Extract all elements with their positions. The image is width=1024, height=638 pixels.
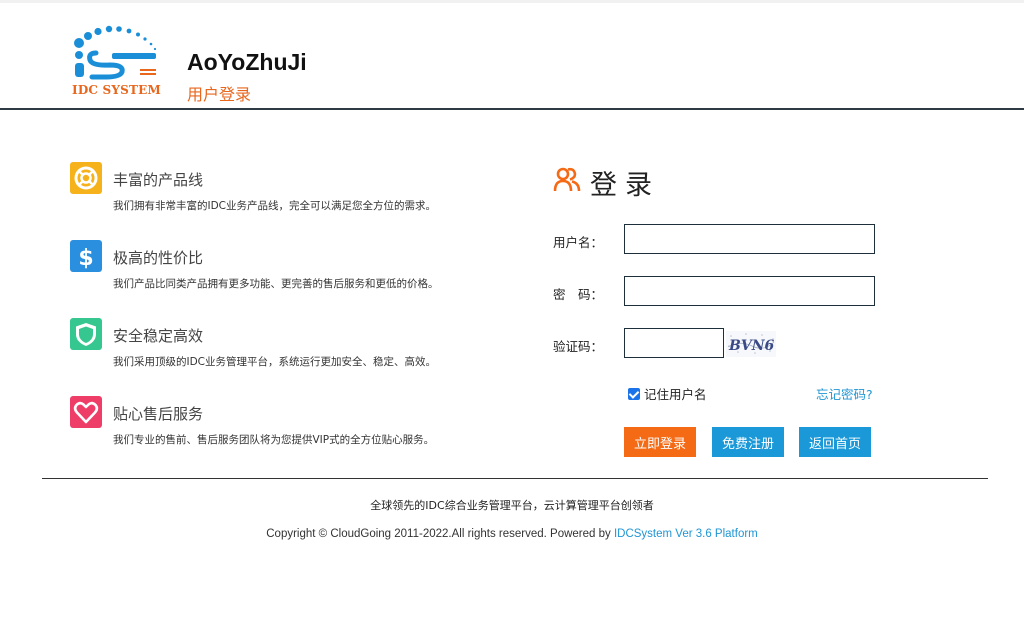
captcha-input[interactable] — [624, 328, 724, 358]
feature-item: $ 极高的性价比 我们产品比同类产品拥有更多功能、更完善的售后服务和更低的价格。 — [70, 238, 510, 316]
lifebuoy-icon — [70, 162, 102, 194]
password-input[interactable] — [624, 276, 875, 306]
user-group-icon — [553, 167, 581, 192]
login-panel: 登录 — [553, 163, 893, 203]
captcha-label: 验证码： — [553, 339, 604, 354]
footer-copyright: Copyright © CloudGoing 2011-2022.All rig… — [0, 528, 1024, 540]
remember-label: 记住用户名 — [644, 387, 707, 402]
powered-by-link[interactable]: IDCSystem Ver 3.6 Platform — [614, 528, 758, 540]
feature-list: 丰富的产品线 我们拥有非常丰富的IDC业务产品线，完全可以满足您全方位的需求。 … — [70, 160, 510, 472]
feature-desc: 我们产品比同类产品拥有更多功能、更完善的售后服务和更低的价格。 — [113, 278, 439, 290]
feature-title: 安全稳定高效 — [113, 327, 204, 345]
username-input[interactable] — [624, 224, 875, 254]
feature-title: 贴心售后服务 — [113, 405, 204, 423]
heart-icon — [70, 396, 102, 428]
footer-slogan: 全球领先的IDC综合业务管理平台，云计算管理平台创领者 — [370, 499, 654, 512]
home-button[interactable]: 返回首页 — [799, 427, 871, 457]
feature-item: 贴心售后服务 我们专业的售前、售后服务团队将为您提供VIP式的全方位贴心服务。 — [70, 394, 510, 472]
feature-title: 极高的性价比 — [113, 249, 204, 267]
logo-mark-icon — [74, 25, 157, 80]
forgot-password-link[interactable]: 忘记密码? — [816, 384, 873, 403]
footer-divider — [42, 478, 988, 479]
login-title: 登录 — [590, 170, 660, 201]
site-title: AoYoZhuJi — [187, 49, 307, 75]
copyright-text: Copyright © CloudGoing 2011-2022.All rig… — [266, 528, 614, 540]
password-label: 密 码： — [553, 287, 604, 302]
captcha-image[interactable]: BVN6 — [726, 331, 776, 357]
feature-desc: 我们拥有非常丰富的IDC业务产品线，完全可以满足您全方位的需求。 — [113, 200, 437, 212]
login-button[interactable]: 立即登录 — [624, 427, 696, 457]
shield-icon — [70, 318, 102, 350]
feature-desc: 我们专业的售前、售后服务团队将为您提供VIP式的全方位贴心服务。 — [113, 434, 435, 446]
svg-text:$: $ — [78, 246, 93, 271]
idc-system-logo[interactable]: IDC SYSTEM — [66, 25, 166, 101]
feature-desc: 我们采用顶级的IDC业务管理平台，系统运行更加安全、稳定、高效。 — [113, 356, 437, 368]
feature-item: 安全稳定高效 我们采用顶级的IDC业务管理平台，系统运行更加安全、稳定、高效。 — [70, 316, 510, 394]
page-subtitle: 用户登录 — [187, 85, 252, 104]
captcha-text: BVN6 — [728, 338, 774, 354]
remember-username[interactable]: 记住用户名 — [628, 384, 707, 403]
feature-item: 丰富的产品线 我们拥有非常丰富的IDC业务产品线，完全可以满足您全方位的需求。 — [70, 160, 510, 238]
login-heading: 登录 — [553, 163, 893, 203]
page-header: IDC SYSTEM AoYoZhuJi 用户登录 — [0, 3, 1024, 110]
username-label: 用户名： — [553, 235, 604, 250]
register-button[interactable]: 免费注册 — [712, 427, 784, 457]
dollar-icon: $ — [70, 240, 102, 272]
remember-checkbox[interactable] — [628, 387, 640, 400]
feature-title: 丰富的产品线 — [113, 171, 204, 189]
logo-text: IDC SYSTEM — [72, 83, 162, 97]
